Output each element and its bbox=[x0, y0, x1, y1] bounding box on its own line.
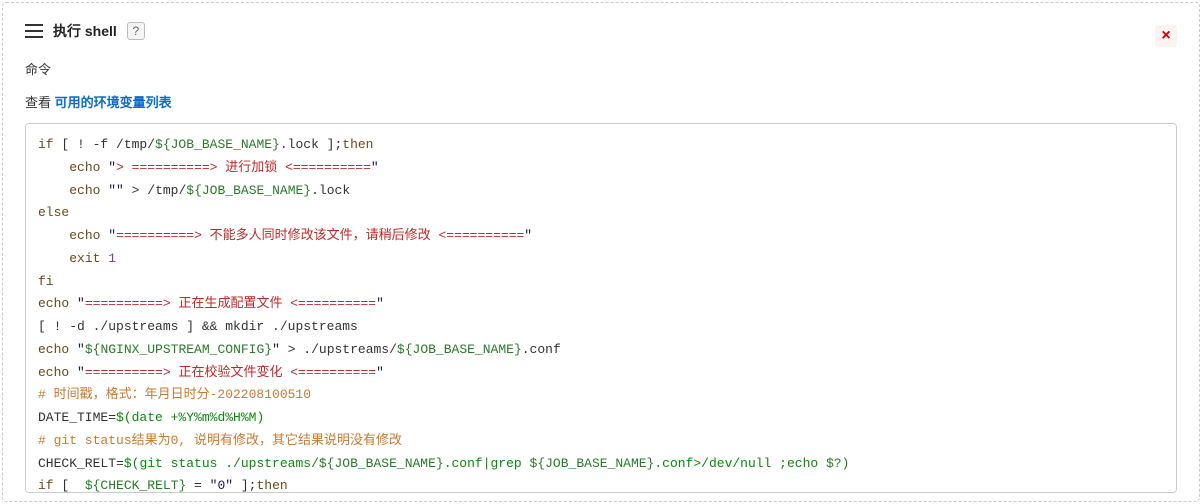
shell-code: if [ ! -f /tmp/${JOB_BASE_NAME}.lock ];t… bbox=[38, 134, 1164, 493]
build-step-panel: × 执行 shell ? 命令 查看 可用的环境变量列表 if [ ! -f /… bbox=[2, 2, 1200, 502]
panel-title: 执行 shell bbox=[53, 21, 117, 41]
close-icon: × bbox=[1161, 27, 1170, 45]
command-label: 命令 bbox=[25, 59, 1177, 78]
env-link-row: 查看 可用的环境变量列表 bbox=[25, 92, 1177, 111]
env-vars-link[interactable]: 可用的环境变量列表 bbox=[55, 95, 172, 110]
close-button[interactable]: × bbox=[1155, 25, 1177, 47]
shell-command-input[interactable]: if [ ! -f /tmp/${JOB_BASE_NAME}.lock ];t… bbox=[25, 123, 1177, 493]
see-label: 查看 bbox=[25, 95, 55, 110]
drag-handle-icon[interactable] bbox=[25, 24, 43, 38]
help-icon[interactable]: ? bbox=[127, 22, 145, 40]
panel-header: 执行 shell ? bbox=[25, 21, 1177, 41]
